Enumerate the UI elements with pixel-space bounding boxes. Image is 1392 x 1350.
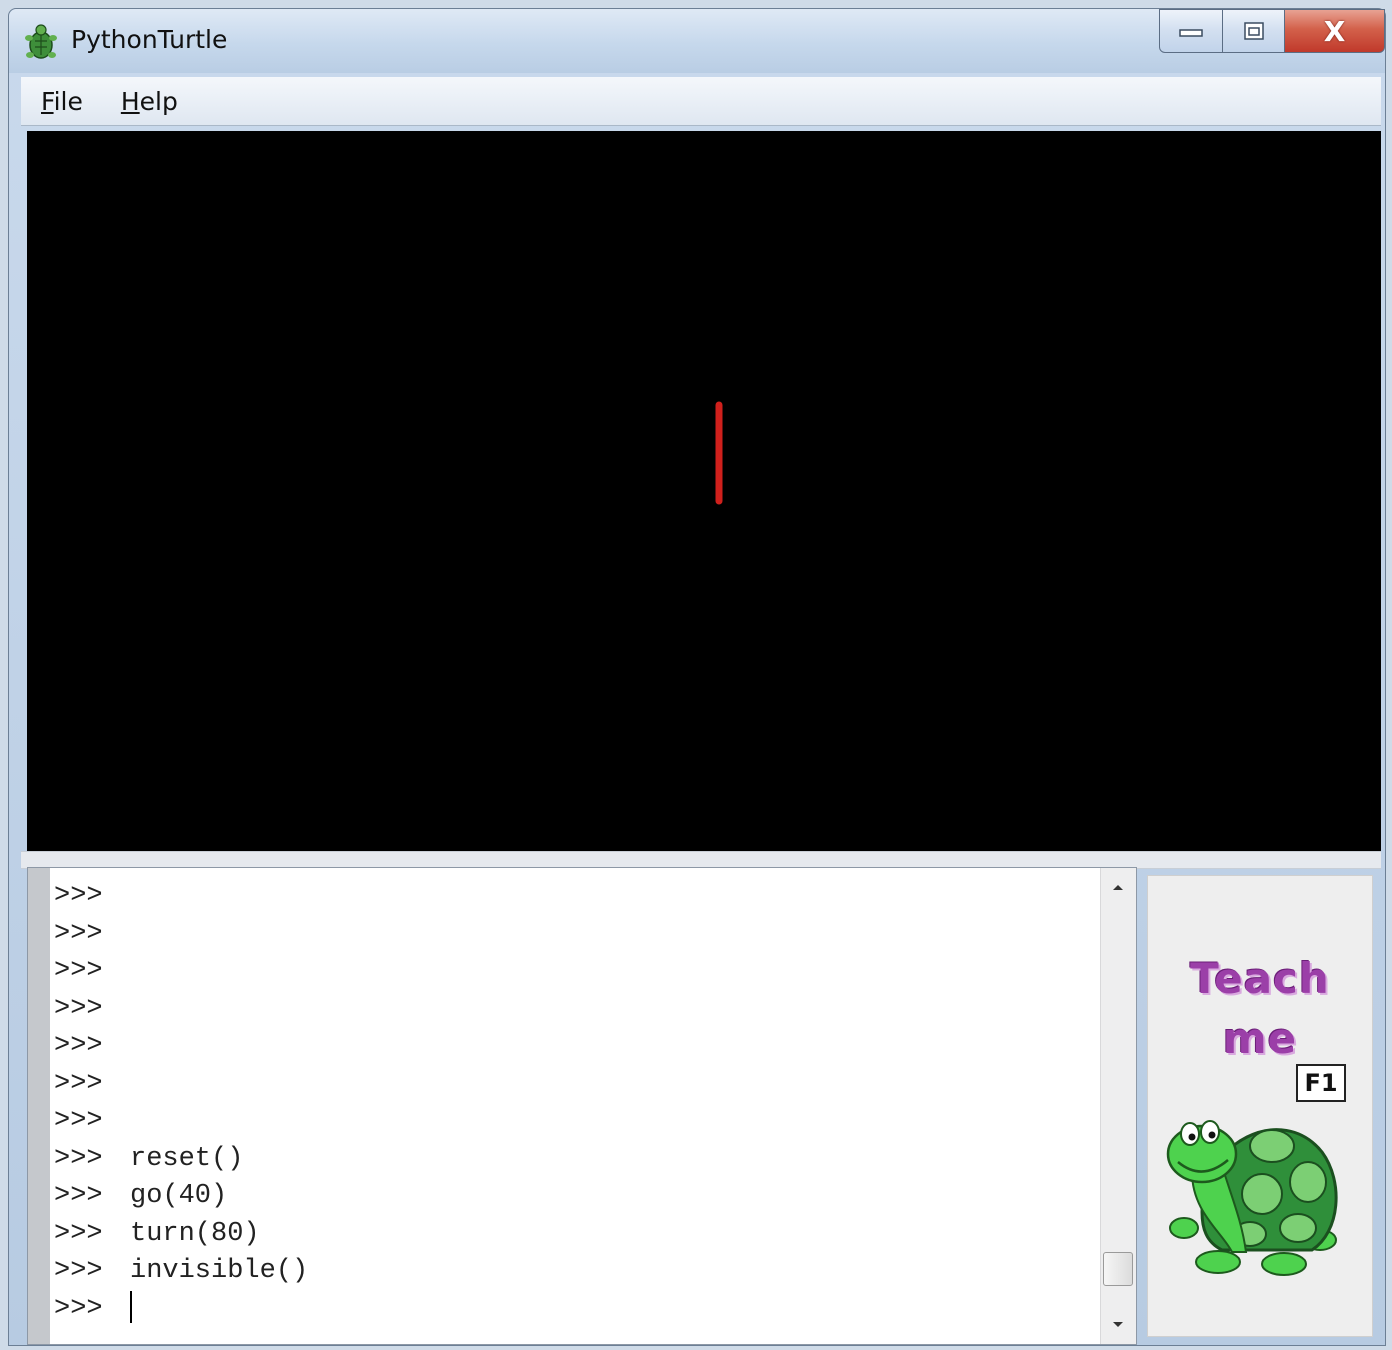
- turtle-canvas[interactable]: [27, 131, 1381, 851]
- scroll-down-icon: [1113, 1322, 1123, 1327]
- close-icon: X: [1323, 14, 1346, 48]
- teach-word-label: Teach: [1190, 954, 1330, 1003]
- menu-help[interactable]: Help: [119, 87, 180, 116]
- turtle-app-icon: [25, 24, 57, 59]
- shell-line: >>>: [54, 1066, 1096, 1104]
- shell-prompt: >>>: [54, 1218, 103, 1249]
- shell-line: >>> invisible(): [54, 1253, 1096, 1291]
- shell-prompt: >>>: [54, 1181, 103, 1211]
- shell-command: go(40): [130, 1181, 228, 1211]
- shell-line: >>>: [54, 953, 1096, 991]
- shell-line: >>>: [54, 916, 1096, 954]
- me-word-label: me: [1222, 1014, 1298, 1063]
- title-bar[interactable]: PythonTurtle X: [9, 9, 1385, 73]
- scroll-down-button[interactable]: [1101, 1310, 1135, 1340]
- shell-gutter: [28, 868, 50, 1344]
- shell-line: >>> reset(): [54, 1141, 1096, 1179]
- close-button[interactable]: X: [1285, 9, 1385, 53]
- shell-prompt: >>>: [54, 1106, 103, 1136]
- scroll-up-button[interactable]: [1101, 872, 1135, 902]
- menu-file-mnemonic: F: [41, 86, 54, 116]
- shell-command: turn(80): [130, 1218, 260, 1249]
- shell-prompt: >>>: [54, 1068, 103, 1099]
- window-title: PythonTurtle: [71, 25, 228, 54]
- turtle-icon: [1166, 1120, 1338, 1276]
- shell-input-line[interactable]: >>>: [54, 1291, 1096, 1329]
- minimize-button[interactable]: [1159, 9, 1223, 53]
- turtle-drawing: [715, 401, 723, 505]
- scroll-thumb[interactable]: [1103, 1252, 1133, 1286]
- f1-key-badge: F1: [1296, 1064, 1346, 1102]
- shell-line: >>>: [54, 1103, 1096, 1141]
- shell-line: >>>: [54, 878, 1096, 916]
- shell-scrollbar[interactable]: [1100, 868, 1136, 1344]
- minimize-icon: [1179, 29, 1203, 37]
- menu-file-label: ile: [53, 86, 83, 116]
- shell-prompt: >>>: [54, 993, 103, 1024]
- menu-bar: File Help: [21, 77, 1381, 126]
- python-shell[interactable]: >>> >>> >>> >>> >>> >>> >>> >>> reset() >…: [27, 867, 1137, 1345]
- shell-prompt: >>>: [54, 956, 103, 986]
- shell-prompt: >>>: [54, 1256, 103, 1286]
- shell-command: reset(): [130, 1143, 244, 1174]
- window-controls: X: [1159, 9, 1385, 55]
- text-cursor: [130, 1291, 132, 1324]
- shell-prompt: >>>: [54, 881, 103, 911]
- teach-me-button[interactable]: Teach me F1: [1147, 875, 1373, 1337]
- menu-help-mnemonic: H: [120, 86, 140, 116]
- menu-file[interactable]: File: [39, 87, 85, 116]
- shell-prompt: >>>: [54, 1293, 103, 1324]
- shell-command: invisible(): [130, 1256, 309, 1286]
- shell-output: >>> >>> >>> >>> >>> >>> >>> >>> reset() >…: [54, 878, 1096, 1328]
- app-window: PythonTurtle X File Help >>> >>> >>> >>>…: [8, 8, 1386, 1346]
- shell-prompt: >>>: [54, 918, 103, 949]
- shell-line: >>> go(40): [54, 1178, 1096, 1216]
- scroll-up-icon: [1113, 885, 1123, 890]
- maximize-icon: [1243, 22, 1264, 40]
- shell-line: >>> turn(80): [54, 1216, 1096, 1254]
- shell-prompt: >>>: [54, 1031, 103, 1061]
- shell-line: >>>: [54, 1028, 1096, 1066]
- shell-prompt: >>>: [54, 1143, 103, 1174]
- maximize-button[interactable]: [1223, 9, 1285, 53]
- shell-line: >>>: [54, 991, 1096, 1029]
- menu-help-label: elp: [139, 86, 178, 116]
